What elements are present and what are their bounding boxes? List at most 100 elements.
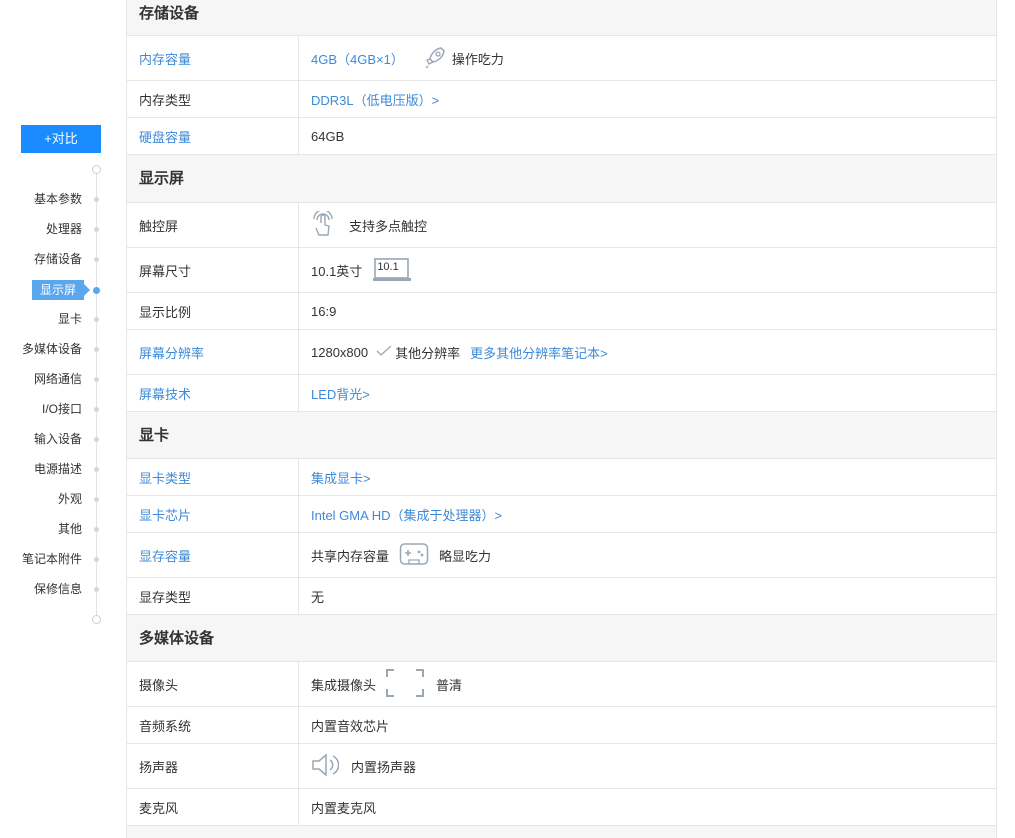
- nav-dot-active: [93, 287, 100, 294]
- speaker-icon: [311, 752, 340, 781]
- nav-dot: [94, 377, 99, 382]
- screen-tech-link[interactable]: LED背光>: [311, 384, 370, 403]
- screen-size-icon: 10.1: [372, 257, 412, 283]
- table-row: 音频系统 内置音效芯片: [127, 707, 996, 744]
- section-header-gpu: 显卡: [127, 412, 996, 459]
- gpu-type-link[interactable]: 集成显卡>: [311, 468, 371, 487]
- sidebar-item-multimedia[interactable]: 多媒体设备: [0, 339, 110, 359]
- more-resolution-link[interactable]: 更多其他分辨率笔记本>: [470, 343, 608, 362]
- spec-key: 音频系统: [127, 707, 299, 743]
- sidebar-item-label: 基本参数: [33, 192, 82, 206]
- other-resolution-text: 其他分辨率: [395, 345, 461, 361]
- sidebar-item-input[interactable]: 输入设备: [0, 429, 110, 449]
- rocket-icon: [424, 45, 446, 72]
- nav-dot: [94, 257, 99, 262]
- spec-value: 1280x800: [311, 344, 369, 360]
- sidebar-item-gpu[interactable]: 显卡: [0, 309, 110, 329]
- table-row: 显存容量 共享内存容量 略显吃力: [127, 533, 996, 578]
- table-row: 屏幕技术 LED背光>: [127, 375, 996, 412]
- sidebar-item-other[interactable]: 其他: [0, 519, 110, 539]
- spec-value: 内置音效芯片: [311, 718, 390, 734]
- section-title: 显示屏: [139, 170, 185, 187]
- sidebar-item-accessories[interactable]: 笔记本附件: [0, 549, 110, 569]
- nav-dot: [94, 467, 99, 472]
- gpu-performance-text: 略显吃力: [439, 548, 492, 564]
- spec-value: 16:9: [311, 303, 337, 319]
- section-title: 存储设备: [139, 5, 200, 22]
- compare-button[interactable]: +对比: [21, 125, 101, 153]
- spec-key: 屏幕尺寸: [127, 248, 299, 292]
- nav-dot: [94, 197, 99, 202]
- table-row: 硬盘容量 64GB: [127, 118, 996, 155]
- spec-key: 摄像头: [127, 662, 299, 706]
- spec-table: 存储设备 内存容量 4GB（4GB×1） 操作吃力 内存类型 DDR3L（低电压…: [126, 0, 997, 838]
- camera-frame-icon: [386, 668, 425, 700]
- spec-key: 显示比例: [127, 293, 299, 329]
- sidebar-item-label: 其他: [57, 522, 82, 536]
- spec-value: 内置扬声器: [351, 759, 417, 775]
- spec-key: 内存类型: [127, 81, 299, 117]
- nav-dot: [94, 347, 99, 352]
- nav-dot: [94, 557, 99, 562]
- sidebar-item-label: 存储设备: [33, 252, 82, 266]
- sidebar-item-appearance[interactable]: 外观: [0, 489, 110, 509]
- spec-value: 集成摄像头: [311, 677, 377, 693]
- nav-top-ring: [92, 165, 101, 174]
- sidebar-nav: +对比 基本参数 处理器 存储设备 显示屏 显卡 多媒体设备 网络通信 I/O接…: [0, 0, 110, 837]
- spec-key[interactable]: 显卡类型: [127, 459, 299, 495]
- nav-dot: [94, 227, 99, 232]
- spec-key[interactable]: 显存容量: [127, 533, 299, 577]
- spec-key: 麦克风: [127, 789, 299, 825]
- nav-dot: [94, 497, 99, 502]
- sidebar-item-label: 网络通信: [33, 372, 82, 386]
- sidebar-item-io[interactable]: I/O接口: [0, 399, 110, 419]
- sidebar-item-label: 电源描述: [33, 462, 82, 476]
- memory-type-link[interactable]: DDR3L（低电压版）>: [311, 90, 439, 109]
- spec-key[interactable]: 显卡芯片: [127, 496, 299, 532]
- sidebar-item-warranty[interactable]: 保修信息: [0, 579, 110, 599]
- table-row: 触控屏 支持多点触控: [127, 203, 996, 248]
- table-row: 显卡类型 集成显卡>: [127, 459, 996, 496]
- table-row: 屏幕分辨率 1280x800 其他分辨率 更多其他分辨率笔记本>: [127, 330, 996, 375]
- sidebar-item-storage[interactable]: 存储设备: [0, 249, 110, 269]
- gpu-chip-link[interactable]: Intel GMA HD（集成于处理器）>: [311, 505, 502, 524]
- section-title: 多媒体设备: [139, 630, 215, 647]
- spec-value: 支持多点触控: [349, 218, 428, 234]
- section-title: 显卡: [139, 427, 170, 444]
- sidebar-item-label: 保修信息: [33, 582, 82, 596]
- table-row: 内存容量 4GB（4GB×1） 操作吃力: [127, 36, 996, 81]
- spec-key: 触控屏: [127, 203, 299, 247]
- spec-value: 内置麦克风: [311, 800, 377, 816]
- spec-key: 显存类型: [127, 578, 299, 614]
- sidebar-item-label: 笔记本附件: [21, 552, 82, 566]
- spec-key[interactable]: 硬盘容量: [127, 118, 299, 154]
- check-icon: [376, 345, 392, 360]
- nav-dot: [94, 437, 99, 442]
- spec-key[interactable]: 屏幕技术: [127, 375, 299, 411]
- sidebar-item-basic[interactable]: 基本参数: [0, 189, 110, 209]
- section-header-multimedia: 多媒体设备: [127, 615, 996, 662]
- table-row: 屏幕尺寸 10.1英寸 10.1: [127, 248, 996, 293]
- spec-key[interactable]: 内存容量: [127, 36, 299, 80]
- nav-bottom-ring: [92, 615, 101, 624]
- nav-dot: [94, 527, 99, 532]
- section-footer: [127, 826, 996, 838]
- table-row: 内存类型 DDR3L（低电压版）>: [127, 81, 996, 118]
- table-row: 显示比例 16:9: [127, 293, 996, 330]
- sidebar-item-display[interactable]: 显示屏: [0, 280, 110, 300]
- table-row: 麦克风 内置麦克风: [127, 789, 996, 826]
- sidebar-item-label: 外观: [57, 492, 82, 506]
- spec-value: 4GB（4GB×1） 操作吃力: [299, 36, 996, 80]
- sidebar-item-label: 处理器: [45, 222, 82, 236]
- touch-icon: [311, 208, 335, 240]
- gamepad-icon: [399, 542, 429, 569]
- nav-dot: [94, 317, 99, 322]
- spec-key[interactable]: 屏幕分辨率: [127, 330, 299, 374]
- sidebar-item-processor[interactable]: 处理器: [0, 219, 110, 239]
- sidebar-item-network[interactable]: 网络通信: [0, 369, 110, 389]
- spec-value: 共享内存容量: [311, 548, 390, 564]
- memory-capacity-link[interactable]: 4GB（4GB×1）: [311, 49, 404, 68]
- sidebar-item-power[interactable]: 电源描述: [0, 459, 110, 479]
- spec-key: 扬声器: [127, 744, 299, 788]
- sidebar-item-label: 显示屏: [31, 280, 91, 300]
